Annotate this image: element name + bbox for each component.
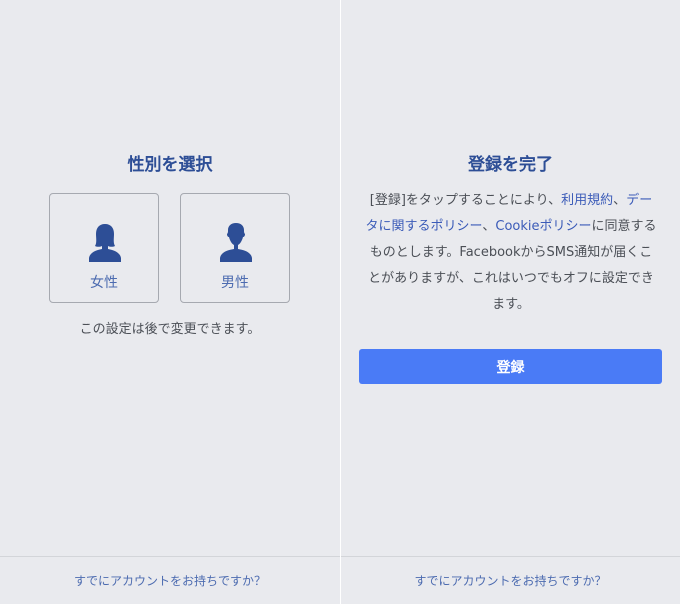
existing-account-link-right[interactable]: すでにアカウントをお持ちですか？ <box>414 572 606 589</box>
gender-label-female: 女性 <box>90 275 118 291</box>
terms-text-part1: [登録]をタップすることにより、 <box>369 193 562 208</box>
terms-of-service-link[interactable]: 利用規約 <box>561 193 613 208</box>
gender-option-female[interactable]: 女性 <box>49 193 159 303</box>
terms-text-part2: 、 <box>613 193 627 208</box>
male-silhouette-icon <box>220 223 252 262</box>
left-footer: すでにアカウントをお持ちですか？ <box>0 556 340 604</box>
right-footer: すでにアカウントをお持ちですか？ <box>341 556 680 604</box>
cookie-policy-link[interactable]: Cookieポリシー <box>495 219 591 234</box>
gender-select-panel: 性別を選択 女性 男性 この設定は後で変更できます。 すでにアカウントをお持ちで… <box>0 0 340 604</box>
complete-registration-panel: 登録を完了 [登録]をタップすることにより、利用規約、データに関するポリシー、C… <box>340 0 680 604</box>
terms-text: [登録]をタップすることにより、利用規約、データに関するポリシー、Cookieポ… <box>365 188 657 318</box>
gender-option-male[interactable]: 男性 <box>180 193 290 303</box>
gender-change-note: この設定は後で変更できます。 <box>79 322 261 337</box>
gender-select-title: 性別を選択 <box>127 155 213 175</box>
gender-label-male: 男性 <box>221 275 249 291</box>
complete-registration-title: 登録を完了 <box>468 155 553 175</box>
terms-text-part3: 、 <box>482 219 496 234</box>
register-button[interactable]: 登録 <box>359 349 662 384</box>
female-silhouette-icon <box>89 224 121 262</box>
app-root: 性別を選択 女性 男性 この設定は後で変更できます。 すでにアカウントをお持ちで… <box>0 0 680 604</box>
existing-account-link[interactable]: すでにアカウントをお持ちですか？ <box>74 572 266 589</box>
